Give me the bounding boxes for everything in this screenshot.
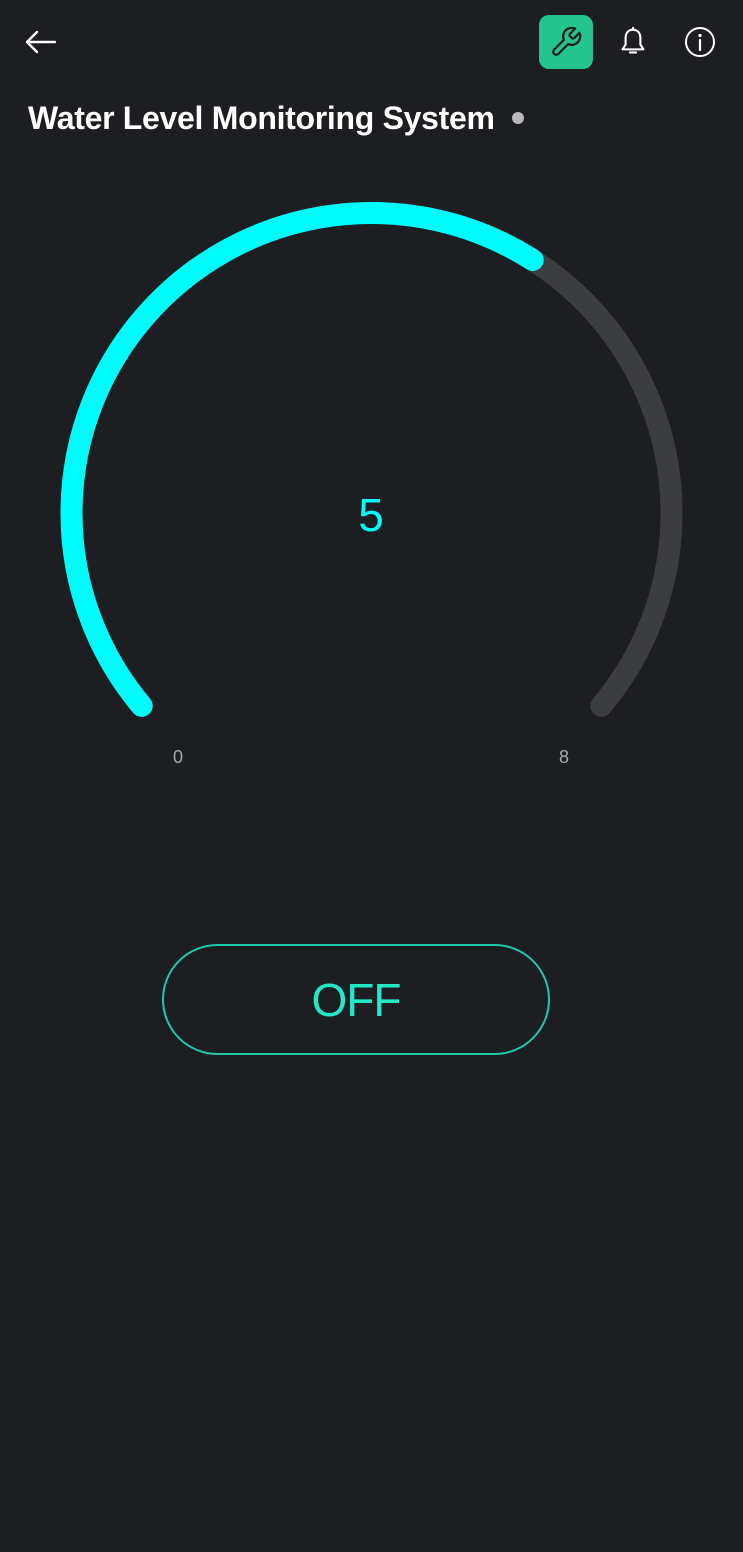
page-title: Water Level Monitoring System (28, 99, 495, 136)
info-icon (685, 27, 715, 57)
arrow-left-icon (25, 30, 57, 54)
top-bar (0, 0, 743, 84)
water-level-gauge: 5 0 8 (0, 140, 743, 800)
gauge-value: 5 (358, 489, 384, 541)
pump-switch-button[interactable]: OFF (162, 944, 550, 1055)
status-dot-icon (511, 112, 524, 124)
bell-icon (621, 26, 645, 54)
gauge-min-label: 0 (172, 747, 183, 767)
gauge-fill (60, 202, 544, 717)
wrench-icon (552, 26, 582, 56)
notifications-button[interactable] (612, 22, 654, 62)
back-button[interactable] (20, 22, 62, 62)
title-row: Water Level Monitoring System (28, 96, 524, 140)
gauge-arc (60, 202, 683, 717)
info-button[interactable] (679, 22, 721, 62)
gauge-max-label: 8 (558, 747, 569, 767)
switch-label: OFF (311, 973, 402, 1026)
device-settings-button[interactable] (539, 15, 593, 69)
